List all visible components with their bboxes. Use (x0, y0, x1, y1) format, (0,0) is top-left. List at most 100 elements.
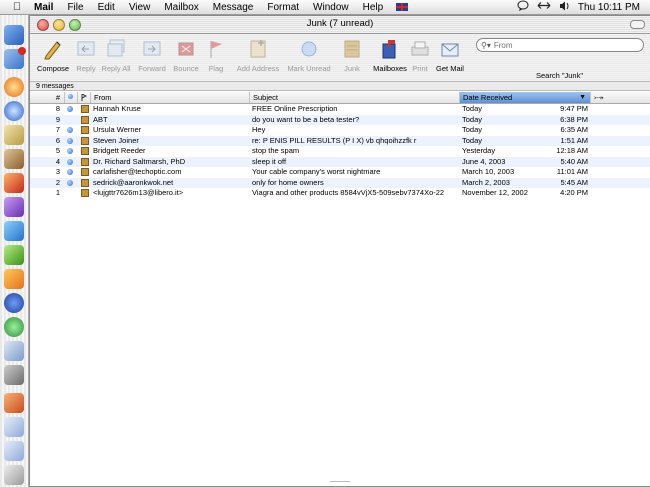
flag-column-icon (81, 93, 88, 101)
unread-dot-icon[interactable] (67, 137, 73, 144)
unread-column-icon (68, 94, 73, 99)
table-row[interactable]: 3 carlafisher@techoptic.com Your cable com… (30, 167, 650, 178)
internet-explorer-dock-icon[interactable] (4, 101, 24, 121)
search-scope-label: Search "Junk" (536, 71, 584, 80)
compose-icon (42, 38, 64, 60)
address-book-dock-icon[interactable] (4, 149, 24, 169)
message-list-header: # From Subject Date Received ▼ ⤐ (30, 92, 650, 104)
menu-edit[interactable]: Edit (91, 2, 122, 13)
pages-dock-icon[interactable] (4, 269, 24, 289)
textedit-dock-icon[interactable] (4, 125, 24, 145)
safari-dock-icon[interactable] (4, 77, 24, 97)
menu-view[interactable]: View (122, 2, 158, 13)
message-subject: Hey (252, 125, 266, 134)
flag-icon (205, 38, 227, 60)
print-icon (409, 38, 431, 60)
flag-button[interactable]: Flag (196, 38, 236, 73)
reply-all-button[interactable]: Reply All (96, 38, 136, 73)
column-header-subject[interactable]: Subject (249, 92, 459, 103)
network-icon[interactable] (537, 1, 551, 13)
volume-icon[interactable] (559, 1, 570, 14)
column-header-from[interactable]: From (90, 92, 249, 103)
message-date: November 12, 2002 (462, 188, 528, 197)
junk-mail-icon (81, 115, 89, 124)
trash-dock-icon[interactable] (4, 465, 24, 485)
junk-icon (341, 38, 363, 60)
message-subject: stop the spam (252, 146, 300, 155)
column-header-number[interactable]: # (30, 92, 64, 103)
bounce-icon (175, 38, 197, 60)
chat-dock-icon[interactable] (4, 341, 24, 361)
menu-mailbox[interactable]: Mailbox (157, 2, 205, 13)
title-bar[interactable]: Junk (7 unread) (30, 16, 650, 34)
table-row[interactable]: 6 Steven Joiner re: P ENIS PILL RESULTS (P… (30, 135, 650, 146)
table-row[interactable]: 8 Hannah Kruse FREE Online Prescription Tod… (30, 104, 650, 115)
table-row[interactable]: 5 Bridgett Reeder stop the spam Yesterday 12… (30, 146, 650, 157)
message-number: 1 (55, 188, 60, 197)
add-address-icon (247, 38, 269, 60)
table-row[interactable]: 4 Dr. Richard Saltmarsh, PhD sleep it off J… (30, 156, 650, 167)
column-header-flags[interactable] (77, 92, 90, 103)
unread-dot-icon[interactable] (67, 127, 73, 133)
message-date: Today (462, 104, 483, 113)
get-mail-button[interactable]: Get Mail (430, 38, 470, 73)
window-title: Junk (7 unread) (306, 18, 374, 29)
runner-dock-icon[interactable] (4, 293, 24, 313)
system-preferences-dock-icon[interactable] (4, 365, 24, 385)
menu-help[interactable]: Help (356, 2, 391, 13)
minimized-window-dock-icon[interactable] (4, 441, 24, 461)
sketch-dock-icon[interactable] (4, 173, 24, 193)
itunes-dock-icon[interactable] (4, 317, 24, 337)
column-header-unread[interactable] (64, 92, 77, 103)
search-icon[interactable]: ⚲▾ (481, 41, 491, 50)
at-sign-dock-icon[interactable] (4, 197, 24, 217)
junk-mail-icon (81, 189, 89, 197)
menubar-clock[interactable]: Thu 10:11 PM (578, 2, 640, 13)
toolbar: Compose Reply Reply All Forward Bounce F… (30, 34, 650, 81)
message-sender: sedrick@aaronkwok.net (93, 177, 174, 187)
unread-dot-icon[interactable] (67, 169, 73, 175)
terminal-dock-icon[interactable] (4, 221, 24, 241)
add-address-button[interactable]: Add Address (236, 38, 280, 73)
message-sender: Steven Joiner (93, 135, 139, 145)
table-row[interactable]: 2 sedrick@aaronkwok.net only for home owne… (30, 177, 650, 188)
menu-message[interactable]: Message (206, 2, 261, 13)
unread-dot-icon[interactable] (67, 179, 73, 186)
reply-icon (75, 38, 97, 60)
table-row[interactable]: 9 ABT do you want to be a beta tester? Toda… (30, 114, 650, 125)
unread-dot-icon[interactable] (67, 158, 73, 165)
message-rows: 8 Hannah Kruse FREE Online Prescription Tod… (30, 104, 650, 199)
apple-menu-icon[interactable]:  (10, 1, 24, 13)
minimized-window-dock-icon[interactable] (4, 393, 24, 413)
message-number: 6 (55, 135, 60, 145)
message-sender: Ursula Werner (93, 125, 142, 134)
game-dock-icon[interactable] (4, 245, 24, 265)
toolbar-toggle-button[interactable] (630, 20, 645, 29)
search-input[interactable] (493, 40, 624, 50)
table-row[interactable]: 7 Ursula Werner Hey Today 6:35 AM (30, 125, 650, 136)
message-time: 6:38 PM (560, 114, 588, 124)
message-subject: re: P ENIS PILL RESULTS (P I X) vb qhqoi… (252, 135, 417, 145)
column-header-date-received[interactable]: Date Received ▼ (459, 92, 590, 103)
table-row[interactable]: 1 <lujgttr7626m13@libero.it> Viagra and ot… (30, 188, 650, 199)
minimized-window-dock-icon[interactable] (4, 417, 24, 437)
menu-app-name[interactable]: Mail (32, 2, 60, 13)
mail-dock-icon[interactable] (4, 47, 26, 69)
search-field[interactable]: ⚲▾ (476, 38, 644, 52)
menu-window[interactable]: Window (306, 2, 356, 13)
unread-dot-icon[interactable] (67, 148, 73, 154)
menu-format[interactable]: Format (260, 2, 306, 13)
mark-unread-button[interactable]: Mark Unread (287, 38, 331, 73)
unread-dot-icon[interactable] (67, 106, 73, 112)
speech-icon[interactable] (517, 0, 529, 14)
reply-all-icon (105, 38, 127, 60)
menu-file[interactable]: File (60, 2, 90, 13)
column-header-attachments[interactable]: ⤐ (590, 92, 650, 103)
junk-button[interactable]: Junk (332, 38, 372, 73)
input-language-flag-icon[interactable] (396, 3, 409, 11)
message-list: # From Subject Date Received ▼ ⤐ 8 Hannah… (30, 92, 650, 199)
sort-descending-icon: ▼ (579, 94, 586, 101)
pane-resize-handle[interactable] (330, 481, 350, 486)
finder-dock-icon[interactable] (4, 25, 24, 45)
menu-bar:  Mail File Edit View Mailbox Message Fo… (0, 0, 650, 15)
